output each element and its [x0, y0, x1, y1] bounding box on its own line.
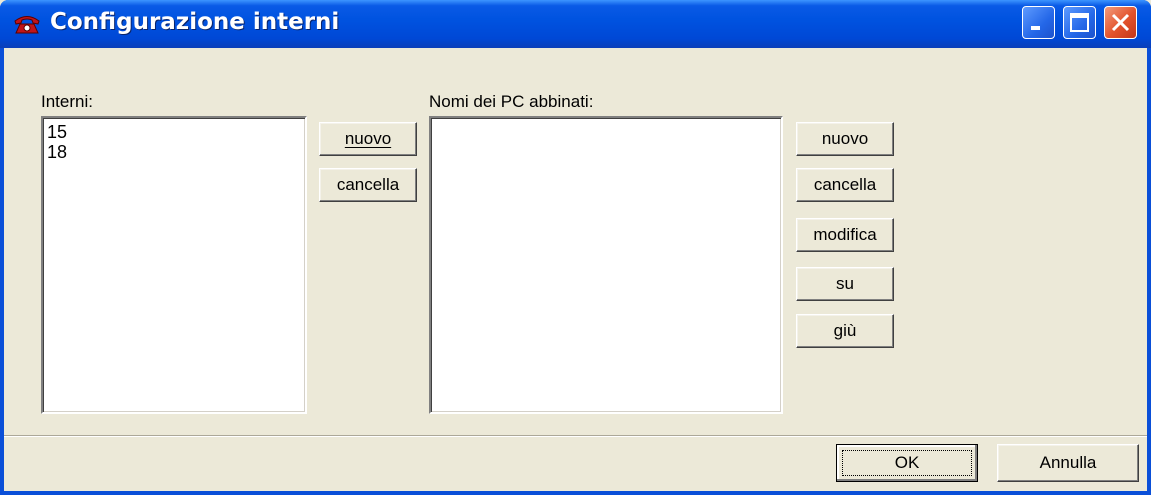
pc-cancella-label: cancella	[813, 175, 877, 194]
interni-cancella-button[interactable]: cancella	[319, 168, 417, 202]
ok-button[interactable]: OK	[836, 444, 978, 482]
minimize-button[interactable]	[1022, 6, 1055, 39]
pc-su-label: su	[836, 274, 854, 293]
pc-listbox[interactable]	[429, 116, 783, 414]
list-item[interactable]: 18	[47, 142, 67, 162]
focus-rectangle	[842, 450, 972, 476]
list-item[interactable]: 15	[47, 122, 67, 142]
pc-modifica-button[interactable]: modifica	[796, 218, 894, 252]
interni-label: Interni:	[41, 92, 93, 111]
close-icon	[1111, 13, 1130, 32]
pc-giu-label: giù	[833, 321, 857, 340]
pc-su-button[interactable]: su	[796, 267, 894, 301]
minimize-icon	[1031, 26, 1040, 30]
dialog-body: Interni: 15 18 nuovo cancella Nomi dei P…	[4, 48, 1147, 491]
window-bottom-border	[0, 491, 1151, 495]
footer-separator	[4, 435, 1147, 437]
pc-giu-button[interactable]: giù	[796, 314, 894, 348]
telephone-icon	[14, 16, 40, 34]
interni-cancella-label: cancella	[336, 175, 400, 194]
annulla-label: Annulla	[1039, 453, 1097, 472]
pc-cancella-button[interactable]: cancella	[796, 168, 894, 202]
pc-nuovo-button[interactable]: nuovo	[796, 122, 894, 156]
close-button[interactable]	[1104, 6, 1137, 39]
dialog-window: Configurazione interni Interni: 15 18 nu…	[0, 0, 1151, 495]
window-title: Configurazione interni	[50, 9, 340, 35]
title-bar[interactable]: Configurazione interni	[0, 0, 1151, 48]
pc-modifica-label: modifica	[813, 225, 877, 244]
pc-nuovo-label: nuovo	[821, 129, 869, 148]
maximize-icon	[1070, 13, 1089, 32]
interni-listbox[interactable]: 15 18	[41, 116, 307, 414]
pc-label: Nomi dei PC abbinati:	[429, 92, 594, 111]
interni-nuovo-button[interactable]: nuovo	[319, 122, 417, 156]
maximize-button[interactable]	[1063, 6, 1096, 39]
annulla-button[interactable]: Annulla	[997, 444, 1139, 482]
interni-nuovo-label: nuovo	[344, 129, 392, 148]
